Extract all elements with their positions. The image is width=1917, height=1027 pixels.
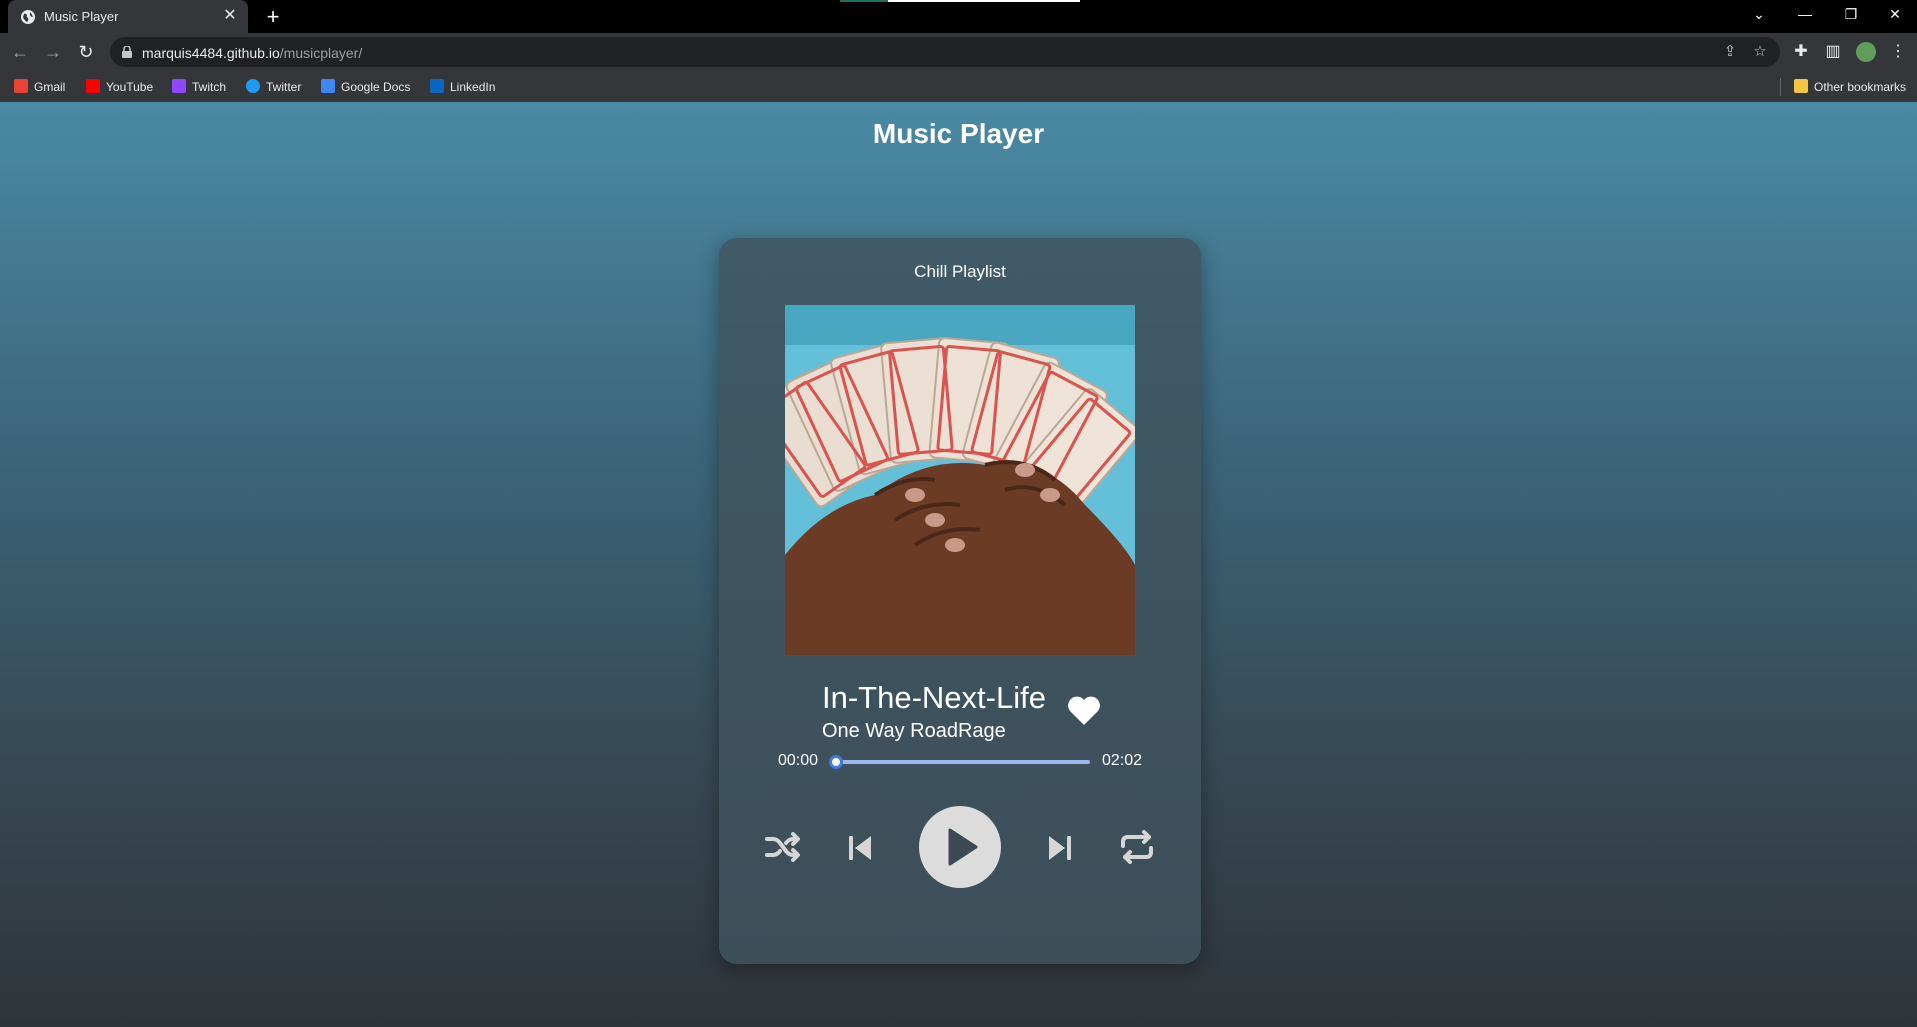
tab-search-icon[interactable]: ⌄ xyxy=(1736,0,1782,30)
menu-icon[interactable]: ⋮ xyxy=(1886,40,1910,64)
bookmark-label: Google Docs xyxy=(341,80,411,94)
playlist-name: Chill Playlist xyxy=(914,262,1006,281)
album-art-image xyxy=(785,305,1135,655)
google-docs-icon xyxy=(321,79,335,93)
twitter-icon xyxy=(246,79,260,93)
tab-strip: Music Player ✕ + ⌄ — ❐ ✕ xyxy=(0,0,1917,33)
tab-title: Music Player xyxy=(44,9,119,24)
album-art xyxy=(785,305,1135,655)
close-window-icon[interactable]: ✕ xyxy=(1872,0,1917,30)
bookmarks-separator xyxy=(1780,78,1781,96)
linkedin-icon xyxy=(430,79,444,93)
restore-icon[interactable]: ❐ xyxy=(1828,0,1874,30)
tab-music-player[interactable]: Music Player ✕ xyxy=(8,0,248,33)
back-icon[interactable]: ← xyxy=(8,40,32,64)
bookmark-twitter[interactable]: Twitter xyxy=(246,79,301,95)
profile-avatar[interactable] xyxy=(1856,42,1876,62)
progress-track[interactable] xyxy=(836,760,1090,764)
url-text: marquis4484.github.io/musicplayer/ xyxy=(142,45,362,61)
play-button[interactable] xyxy=(919,806,1001,888)
previous-icon[interactable] xyxy=(847,834,873,862)
forward-icon[interactable]: → xyxy=(41,40,65,64)
heart-icon[interactable] xyxy=(1067,694,1101,726)
url-host: marquis4484.github.io xyxy=(142,45,280,61)
shuffle-icon[interactable] xyxy=(765,831,801,863)
artist-name: One Way RoadRage xyxy=(822,720,1006,742)
tab-close-icon[interactable]: ✕ xyxy=(220,6,240,26)
new-tab-button[interactable]: + xyxy=(260,4,286,30)
gmail-icon xyxy=(14,79,28,93)
progress-thumb[interactable] xyxy=(829,755,843,769)
bookmark-label: YouTube xyxy=(106,80,154,94)
globe-icon xyxy=(21,10,35,24)
total-time: 02:02 xyxy=(1102,752,1143,769)
tab-strip-highlight xyxy=(840,0,1080,2)
bookmark-label: Twitch xyxy=(192,80,227,94)
bookmark-gmail[interactable]: Gmail xyxy=(14,79,65,95)
side-panel-icon[interactable]: ▥ xyxy=(1821,40,1845,64)
bookmark-label: LinkedIn xyxy=(450,80,496,94)
song-title: In-The-Next-Life xyxy=(822,680,1046,715)
bookmark-label: Gmail xyxy=(34,80,66,94)
bookmarks-bar: Gmail YouTube Twitch Twitter Google Docs… xyxy=(0,71,1917,102)
repeat-icon[interactable] xyxy=(1119,830,1155,864)
lock-icon xyxy=(122,46,132,58)
minimize-icon[interactable]: — xyxy=(1782,0,1828,30)
bookmark-google-docs[interactable]: Google Docs xyxy=(321,79,410,95)
bookmark-star-icon[interactable]: ☆ xyxy=(1750,42,1770,62)
player-card: Chill Playlist In-The-Next-Life One Way … xyxy=(719,238,1201,964)
share-icon[interactable]: ⇪ xyxy=(1720,42,1740,62)
folder-icon xyxy=(1794,79,1808,93)
page-content: Music Player Chill Playlist In-The-Next-… xyxy=(0,102,1917,1027)
page-title: Music Player xyxy=(872,118,1045,149)
bookmark-label: Other bookmarks xyxy=(1814,80,1907,94)
other-bookmarks[interactable]: Other bookmarks xyxy=(1794,79,1906,95)
browser-chrome: Music Player ✕ + ⌄ — ❐ ✕ ← → ↻ marquis44… xyxy=(0,0,1917,102)
play-icon xyxy=(948,828,978,866)
bookmark-twitch[interactable]: Twitch xyxy=(172,79,226,95)
reload-icon[interactable]: ↻ xyxy=(74,40,98,64)
bookmark-linkedin[interactable]: LinkedIn xyxy=(430,79,495,95)
address-bar[interactable]: marquis4484.github.io/musicplayer/ ⇪ ☆ xyxy=(110,37,1780,67)
url-path: /musicplayer/ xyxy=(279,45,363,61)
bookmark-youtube[interactable]: YouTube xyxy=(86,79,153,95)
next-icon[interactable] xyxy=(1047,834,1073,862)
current-time: 00:00 xyxy=(778,752,819,769)
twitch-icon xyxy=(172,79,186,93)
toolbar: ← → ↻ marquis4484.github.io/musicplayer/… xyxy=(0,33,1917,71)
youtube-icon xyxy=(86,79,100,93)
extensions-icon[interactable]: ✚ xyxy=(1789,40,1813,64)
bookmark-label: Twitter xyxy=(266,80,302,94)
